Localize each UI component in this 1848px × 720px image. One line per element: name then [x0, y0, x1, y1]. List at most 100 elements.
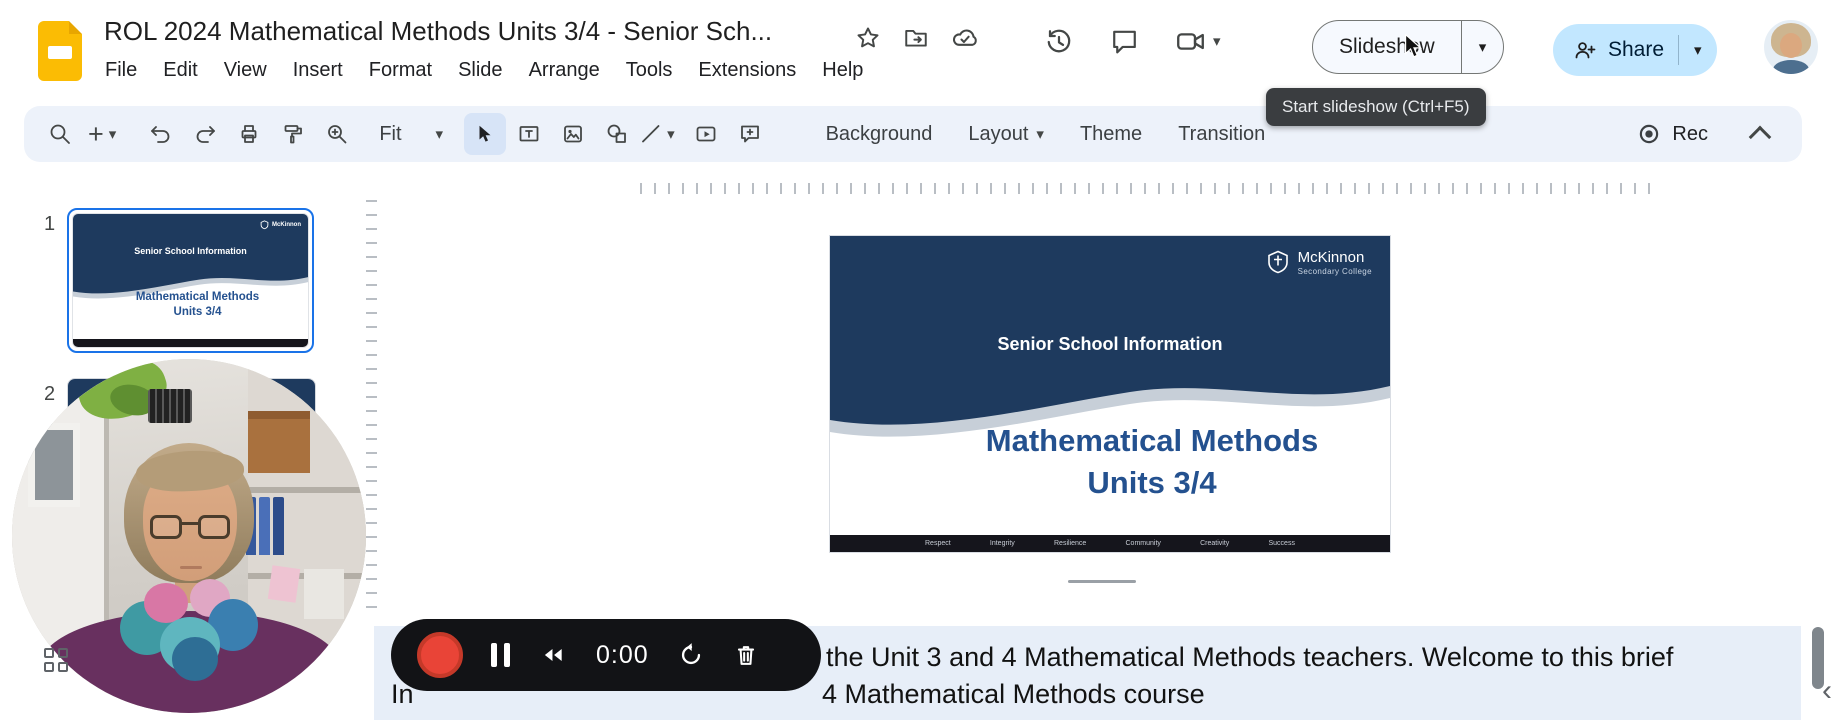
menu-file[interactable]: File [92, 54, 150, 87]
select-tool-button[interactable] [464, 113, 507, 155]
pause-recording-button[interactable] [491, 643, 510, 667]
search-menus-button[interactable] [39, 113, 81, 155]
zoom-fit-caret-icon: ▾ [435, 125, 444, 143]
menu-edit[interactable]: Edit [150, 54, 210, 87]
record-dot-icon [1640, 124, 1659, 144]
redo-icon [196, 126, 216, 143]
person-mouth [180, 566, 202, 569]
menu-arrange[interactable]: Arrange [516, 54, 613, 87]
slideshow-button[interactable]: Slideshow [1313, 35, 1461, 59]
menu-extensions[interactable]: Extensions [685, 54, 809, 87]
restart-recording-button[interactable] [677, 641, 705, 669]
binder [273, 497, 284, 555]
speaker-notes-handle[interactable] [1068, 580, 1136, 583]
layout-button[interactable]: Layout ▾ [950, 115, 1062, 154]
line-caret-icon: ▾ [667, 125, 675, 143]
share-button[interactable]: Share [1553, 38, 1678, 62]
menu-slide[interactable]: Slide [445, 54, 515, 87]
theme-label: Theme [1079, 122, 1143, 145]
rewind-button[interactable] [538, 642, 568, 668]
collapse-panel-chevron[interactable]: ‹ [1822, 676, 1832, 706]
paint-format-icon [284, 125, 303, 144]
share-caret-icon[interactable]: ▾ [1679, 43, 1717, 58]
zoom-fit-select[interactable]: Fit ▾ [367, 123, 455, 146]
thumbnail-logo-text: McKinnon [272, 222, 301, 228]
school-logo: McKinnon Secondary College [1266, 249, 1372, 276]
insert-video-button[interactable] [685, 113, 727, 155]
school-subtitle: Secondary College [1297, 266, 1372, 276]
insert-comment-button[interactable] [729, 113, 771, 155]
value-respect: Respect [925, 540, 951, 547]
webcam-door-window [28, 423, 80, 507]
slide-canvas[interactable]: McKinnon Secondary College Senior School… [830, 236, 1390, 552]
undo-button[interactable] [140, 113, 182, 155]
avatar-body [1773, 60, 1809, 74]
menu-view[interactable]: View [211, 54, 280, 87]
delete-recording-button[interactable] [733, 642, 759, 668]
background-button[interactable]: Background [808, 115, 951, 154]
redo-button[interactable] [184, 113, 226, 155]
value-community: Community [1125, 540, 1161, 547]
value-creativity: Creativity [1200, 540, 1230, 547]
collapse-toolbar-button[interactable] [1740, 114, 1780, 154]
grid-view-button[interactable] [44, 648, 68, 672]
doc-title[interactable]: ROL 2024 Mathematical Methods Units 3/4 … [104, 16, 772, 47]
transition-label: Transition [1178, 122, 1266, 145]
move-folder-icon[interactable] [903, 25, 929, 51]
header-action-icons: ▾ [1044, 26, 1221, 57]
menu-help[interactable]: Help [809, 54, 876, 87]
menu-format[interactable]: Format [356, 54, 445, 87]
menu-insert[interactable]: Insert [280, 54, 356, 87]
insert-line-group[interactable]: ▾ [639, 122, 675, 146]
webcam-vent [148, 389, 192, 423]
video-camera-icon [1177, 33, 1204, 50]
print-button[interactable] [228, 113, 270, 155]
webcam-box [248, 411, 310, 473]
thumbnail-wave-graphic [73, 214, 308, 347]
grid-square [44, 662, 54, 672]
slideshow-caret-icon[interactable]: ▾ [1462, 40, 1504, 55]
thumbnail-title-line2: Units 3/4 [173, 306, 222, 318]
horizontal-ruler [640, 183, 1660, 194]
cloud-status-icon[interactable] [951, 24, 978, 51]
zoom-in-icon [328, 125, 347, 144]
new-slide-group[interactable]: + ▾ [88, 120, 116, 148]
slides-logo-inner [48, 46, 72, 59]
webcam-pink-paper [267, 565, 301, 603]
zoom-button[interactable] [316, 113, 358, 155]
grid-square [58, 648, 68, 658]
print-icon [241, 125, 257, 143]
grid-square [44, 648, 54, 658]
rec-button[interactable]: Rec [1626, 121, 1718, 147]
paint-format-button[interactable] [272, 113, 314, 155]
account-avatar[interactable] [1764, 20, 1818, 74]
stop-recording-button[interactable] [417, 632, 463, 678]
comment-icon[interactable] [1110, 27, 1139, 56]
add-comment-icon [740, 125, 759, 143]
version-history-icon[interactable] [1044, 27, 1074, 57]
layout-label: Layout [968, 122, 1029, 145]
person-glasses [150, 515, 230, 541]
transition-button[interactable]: Transition [1160, 115, 1283, 154]
value-resilience: Resilience [1054, 540, 1087, 547]
insert-video-icon [696, 126, 715, 142]
person-scarf [120, 579, 266, 681]
menu-tools[interactable]: Tools [613, 54, 686, 87]
insert-image-button[interactable] [552, 113, 594, 155]
thumbnail-footer-strip [73, 339, 308, 347]
rewind-icon [544, 649, 562, 661]
meet-camera-group[interactable]: ▾ [1175, 26, 1221, 57]
slide-kicker-text: Senior School Information [997, 334, 1223, 354]
star-icon[interactable] [855, 25, 881, 51]
slide-thumbnail-1[interactable]: McKinnon Senior School Information Mathe… [67, 208, 314, 353]
shelf-board [248, 487, 366, 493]
theme-button[interactable]: Theme [1062, 115, 1160, 154]
slides-logo-icon[interactable] [38, 21, 82, 81]
caption-line2: 4 Mathematical Methods course [822, 679, 1205, 709]
zoom-fit-value: Fit [379, 122, 402, 145]
vertical-ruler [366, 200, 377, 620]
text-box-button[interactable] [508, 113, 550, 155]
insert-shape-button[interactable] [596, 113, 638, 155]
restart-icon [681, 643, 700, 665]
value-integrity: Integrity [989, 540, 1015, 547]
